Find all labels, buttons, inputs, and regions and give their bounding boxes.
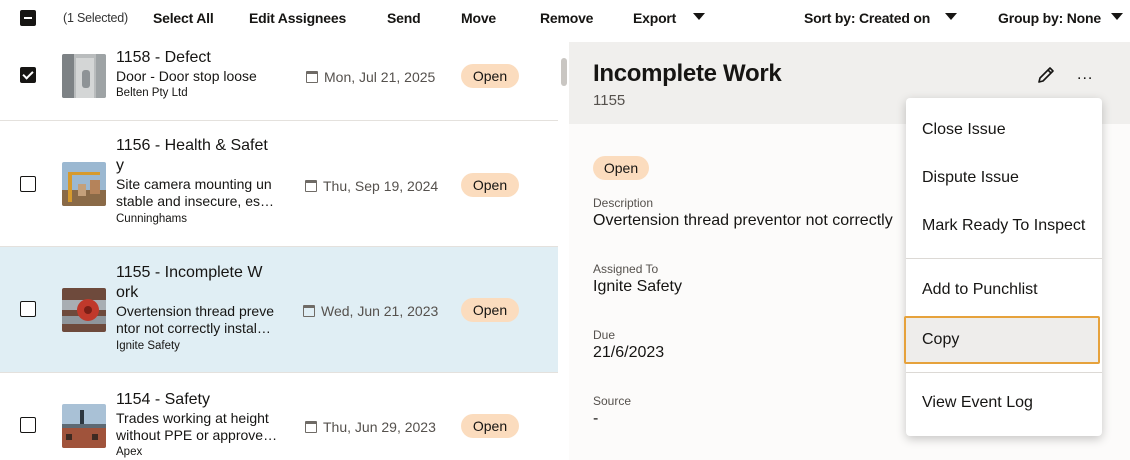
list-item[interactable]: 1154 - Safety Trades working at height w… [0, 373, 558, 460]
issue-actions-menu: Close Issue Dispute Issue Mark Ready To … [904, 98, 1102, 436]
item-company: Belten Pty Ltd [116, 87, 188, 99]
remove-button[interactable]: Remove [540, 10, 593, 26]
list-item[interactable]: 1156 - Health & Safet y Site camera moun… [0, 121, 558, 247]
menu-item-close-issue[interactable]: Close Issue [906, 106, 1102, 154]
move-button[interactable]: Move [461, 10, 496, 26]
export-chevron-down-icon[interactable] [693, 13, 705, 20]
status-badge: Open [461, 173, 519, 197]
valve-photo-icon [62, 288, 106, 332]
item-title: 1154 - Safety [116, 391, 210, 408]
export-button[interactable]: Export [633, 10, 676, 26]
calendar-icon [306, 71, 318, 83]
door-photo-icon [62, 54, 106, 98]
send-button[interactable]: Send [387, 10, 421, 26]
item-date: Wed, Jun 21, 2023 [303, 303, 438, 319]
calendar-icon [305, 180, 317, 192]
status-badge: Open [461, 64, 519, 88]
calendar-icon [305, 421, 317, 433]
item-description: Door - Door stop loose [116, 68, 257, 84]
group-by-dropdown[interactable]: Group by: None [998, 10, 1101, 26]
more-options-icon[interactable]: ... [1077, 66, 1093, 84]
crane-photo-icon [62, 162, 106, 206]
item-date: Mon, Jul 21, 2025 [306, 69, 435, 85]
assigned-to-label: Assigned To [593, 262, 659, 276]
pencil-icon[interactable] [1035, 64, 1057, 86]
list-scrollbar[interactable] [561, 58, 567, 86]
menu-item-view-event-log[interactable]: View Event Log [906, 379, 1102, 427]
status-badge: Open [461, 414, 519, 438]
edit-assignees-button[interactable]: Edit Assignees [249, 10, 346, 26]
item-title: 1158 - Defect [116, 49, 211, 66]
item-description: Trades working at height without PPE or … [116, 410, 278, 443]
status-badge: Open [593, 156, 649, 180]
issue-list: 1158 - Defect Door - Door stop loose Bel… [0, 38, 558, 460]
menu-item-add-to-punchlist[interactable]: Add to Punchlist [906, 266, 1102, 314]
item-description: Overtension thread preve ntor not correc… [116, 303, 274, 336]
item-date: Thu, Jun 29, 2023 [305, 419, 436, 435]
row-checkbox[interactable] [20, 417, 36, 433]
due-value: 21/6/2023 [593, 344, 665, 361]
row-checkbox[interactable] [20, 67, 36, 83]
list-item[interactable]: 1158 - Defect Door - Door stop loose Bel… [0, 38, 558, 121]
item-title: 1155 - Incomplete W ork [116, 264, 263, 301]
due-label: Due [593, 328, 616, 342]
menu-item-dispute-issue[interactable]: Dispute Issue [906, 154, 1102, 202]
row-checkbox[interactable] [20, 301, 36, 317]
sort-chevron-down-icon[interactable] [945, 13, 957, 20]
sort-by-dropdown[interactable]: Sort by: Created on [804, 10, 930, 26]
source-label: Source [593, 394, 632, 408]
source-value: - [593, 410, 599, 427]
issue-id: 1155 [593, 92, 626, 109]
calendar-icon [303, 305, 315, 317]
building-photo-icon [62, 404, 106, 448]
menu-divider [906, 372, 1102, 373]
status-badge: Open [461, 298, 519, 322]
selected-count: (1 Selected) [63, 11, 128, 25]
item-company: Cunninghams [116, 213, 187, 225]
assigned-to-value: Ignite Safety [593, 278, 682, 295]
row-checkbox[interactable] [20, 176, 36, 192]
item-title: 1156 - Health & Safet y [116, 137, 268, 174]
menu-item-copy[interactable]: Copy [904, 316, 1100, 364]
item-company: Ignite Safety [116, 340, 180, 352]
item-company: Apex [116, 446, 143, 458]
menu-item-mark-ready-to-inspect[interactable]: Mark Ready To Inspect [906, 202, 1102, 250]
item-date: Thu, Sep 19, 2024 [305, 178, 438, 194]
select-all-checkbox[interactable] [20, 10, 36, 26]
group-chevron-down-icon[interactable] [1111, 13, 1123, 20]
description-label: Description [593, 196, 654, 210]
list-item[interactable]: 1155 - Incomplete W ork Overtension thre… [0, 247, 558, 373]
item-description: Site camera mounting un stable and insec… [116, 176, 274, 209]
toolbar: (1 Selected) Select All Edit Assignees S… [0, 0, 1130, 38]
description-value: Overtension thread preventor not correct… [593, 212, 893, 229]
page-title: Incomplete Work [593, 60, 782, 87]
select-all-button[interactable]: Select All [153, 10, 214, 26]
menu-divider [906, 258, 1102, 259]
